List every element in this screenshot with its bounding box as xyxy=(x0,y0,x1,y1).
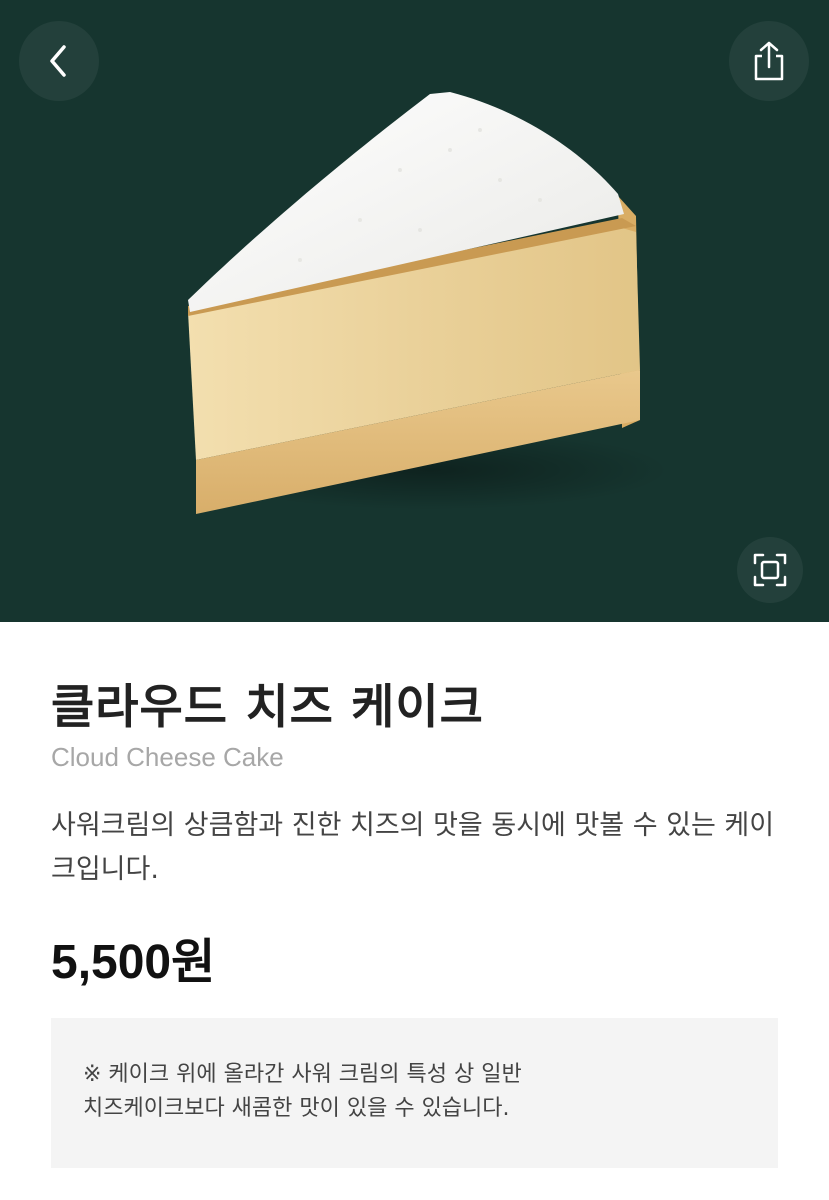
back-button[interactable] xyxy=(19,21,99,101)
cake-image xyxy=(188,92,670,514)
product-name-korean: 클라우드 치즈 케이크 xyxy=(51,680,484,735)
notice-line-1: ※ 케이크 위에 올라간 사워 크림의 특성 상 일반 xyxy=(83,1062,522,1087)
product-price: 5,500원 xyxy=(51,936,216,989)
expand-image-button[interactable] xyxy=(737,537,803,603)
notice-line-2: 치즈케이크보다 새콤한 맛이 있을 수 있습니다. xyxy=(83,1096,510,1121)
chevron-left-icon xyxy=(50,45,66,77)
product-notice: ※ 케이크 위에 올라간 사워 크림의 특성 상 일반 치즈케이크보다 새콤한 … xyxy=(51,1018,778,1168)
product-hero xyxy=(0,0,829,622)
expand-icon xyxy=(753,553,787,587)
share-icon xyxy=(754,41,784,81)
product-name-english: Cloud Cheese Cake xyxy=(51,742,284,772)
share-button[interactable] xyxy=(729,21,809,101)
product-description: 사워크림의 상큼함과 진한 치즈의 맛을 동시에 맛볼 수 있는 케이크입니다. xyxy=(51,810,775,885)
